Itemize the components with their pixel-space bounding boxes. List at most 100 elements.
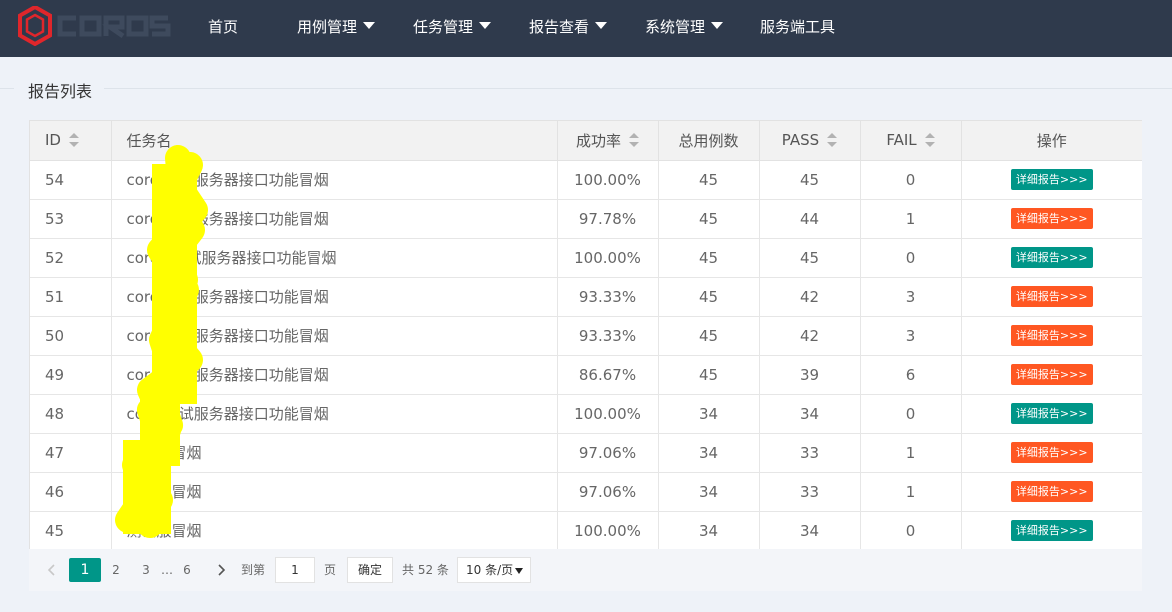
cell-success-rate: 100.00% [557, 394, 659, 434]
page-unit-label: 页 [324, 563, 337, 577]
col-header-id[interactable]: ID [30, 121, 112, 161]
cell-task-name: 测试服冒烟 [111, 472, 558, 512]
page-link-2[interactable]: 2 [107, 558, 125, 582]
cell-total-cases: 34 [658, 433, 760, 473]
detail-report-button[interactable]: 详细报告>>> [1010, 481, 1093, 502]
cell-task-name: coro 测试服务器接口功能冒烟 [111, 160, 558, 200]
cell-total-cases: 34 [658, 511, 760, 551]
cell-pass: 34 [759, 394, 861, 434]
total-count: 共 52 条 [402, 563, 449, 577]
cell-success-rate: 86.67% [557, 355, 659, 395]
cell-success-rate: 97.06% [557, 472, 659, 512]
cell-pass: 39 [759, 355, 861, 395]
goto-page-input[interactable]: 1 [275, 557, 315, 583]
sort-icon[interactable] [827, 132, 838, 147]
coros-logo[interactable] [18, 4, 172, 47]
cell-task-name: coro 测试服务器接口功能冒烟 [111, 199, 558, 239]
detail-report-button[interactable]: 详细报告>>> [1010, 208, 1093, 229]
cell-id: 48 [30, 394, 112, 434]
goto-label: 到第 [241, 563, 266, 577]
sort-icon[interactable] [629, 133, 639, 148]
detail-report-button[interactable]: 详细报告>>> [1010, 403, 1093, 424]
report-table: ID 任务名 成功率 总用例数 PASS FAIL 操作 54 coro 测试服务… [29, 120, 1142, 591]
cell-action: 详细报告>>> [961, 160, 1142, 200]
nav-report-view-label: 报告查看 [529, 18, 590, 36]
table-row: 51 coro 测试服务器接口功能冒烟 93.33% 45 42 3 详细报告>>> [30, 277, 1142, 317]
cell-action: 详细报告>>> [961, 355, 1142, 395]
cell-success-rate: 100.00% [557, 511, 659, 551]
caret-down-icon [363, 22, 376, 29]
cell-total-cases: 45 [658, 316, 760, 356]
cell-id: 52 [30, 238, 112, 278]
detail-report-button[interactable]: 详细报告>>> [1010, 442, 1093, 463]
cell-pass: 44 [759, 199, 861, 239]
col-header-label: 操作 [1036, 131, 1067, 150]
cell-task-name: coro 测试服务器接口功能冒烟 [111, 277, 558, 317]
cell-id: 51 [30, 277, 112, 317]
pagination: 1 2 3 … 6 到第 1 页 确定 共 52 条 10 条/页 [29, 549, 1142, 591]
col-header-label: 总用例数 [678, 131, 739, 150]
cell-task-name: 测试服冒烟 [111, 511, 558, 551]
cell-id: 54 [30, 160, 112, 200]
nav-home-label: 首页 [208, 18, 239, 36]
cell-action: 详细报告>>> [961, 394, 1142, 434]
detail-report-button[interactable]: 详细报告>>> [1010, 520, 1093, 541]
page-link-3[interactable]: 3 [138, 558, 154, 582]
detail-report-button[interactable]: 详细报告>>> [1010, 247, 1093, 268]
cell-total-cases: 45 [658, 277, 760, 317]
cell-total-cases: 45 [658, 160, 760, 200]
cell-id: 50 [30, 316, 112, 356]
cell-id: 45 [30, 511, 112, 551]
page-size-select[interactable]: 10 条/页 [457, 557, 531, 583]
cell-action: 详细报告>>> [961, 277, 1142, 317]
cell-total-cases: 34 [658, 394, 760, 434]
cell-action: 详细报告>>> [961, 316, 1142, 356]
page-size-value: 10 条/页 [466, 563, 514, 577]
cell-action: 详细报告>>> [961, 511, 1142, 551]
cell-fail: 0 [860, 238, 962, 278]
col-header-label: ID [45, 131, 61, 150]
nav-home[interactable]: 首页 [208, 0, 238, 57]
nav-report-view[interactable]: 报告查看 [529, 0, 608, 57]
table-row: 48 coro 测试服务器接口功能冒烟 100.00% 34 34 0 详细报告>>> [30, 394, 1142, 434]
detail-report-button[interactable]: 详细报告>>> [1010, 325, 1093, 346]
table-row: 47 测试服冒烟 97.06% 34 33 1 详细报告>>> [30, 433, 1142, 473]
top-navbar: 首页 用例管理 任务管理 报告查看 系统管理 服务端工具 [0, 0, 1172, 57]
chevron-right-icon [218, 564, 226, 576]
cell-success-rate: 100.00% [557, 238, 659, 278]
next-page-button[interactable] [211, 558, 231, 582]
prev-page-button[interactable] [42, 558, 62, 582]
cell-success-rate: 100.00% [557, 160, 659, 200]
nav-task-management[interactable]: 任务管理 [413, 0, 492, 57]
nav-system-management[interactable]: 系统管理 [645, 0, 724, 57]
detail-report-button[interactable]: 详细报告>>> [1010, 169, 1093, 190]
caret-down-icon [479, 22, 492, 29]
cell-fail: 0 [860, 394, 962, 434]
cell-fail: 0 [860, 160, 962, 200]
page-current[interactable]: 1 [69, 558, 101, 582]
col-header-pass[interactable]: PASS [759, 121, 861, 161]
col-header-fail[interactable]: FAIL [860, 121, 962, 161]
sort-icon[interactable] [68, 132, 79, 147]
cell-task-name: coro 测试服务器接口功能冒烟 [111, 316, 558, 356]
cell-id: 47 [30, 433, 112, 473]
page-link-last[interactable]: 6 [179, 558, 195, 582]
section-title: 报告列表 [28, 82, 93, 101]
cell-pass: 42 [759, 316, 861, 356]
detail-report-button[interactable]: 详细报告>>> [1010, 364, 1093, 385]
nav-system-management-label: 系统管理 [645, 18, 706, 36]
table-row: 53 coro 测试服务器接口功能冒烟 97.78% 45 44 1 详细报告>>> [30, 199, 1142, 239]
cell-fail: 0 [860, 511, 962, 551]
cell-fail: 1 [860, 199, 962, 239]
goto-confirm-button[interactable]: 确定 [347, 557, 393, 583]
caret-down-icon [595, 22, 608, 29]
nav-server-tools[interactable]: 服务端工具 [760, 0, 835, 57]
nav-case-management[interactable]: 用例管理 [297, 0, 376, 57]
col-header-success-rate[interactable]: 成功率 [557, 121, 659, 161]
cell-task-name: coro 测试服务器接口功能冒烟 [111, 355, 558, 395]
col-header-label: 成功率 [575, 131, 621, 150]
cell-pass: 45 [759, 160, 861, 200]
detail-report-button[interactable]: 详细报告>>> [1010, 286, 1093, 307]
sort-icon[interactable] [924, 132, 935, 147]
col-header-label: 任务名 [126, 131, 172, 150]
